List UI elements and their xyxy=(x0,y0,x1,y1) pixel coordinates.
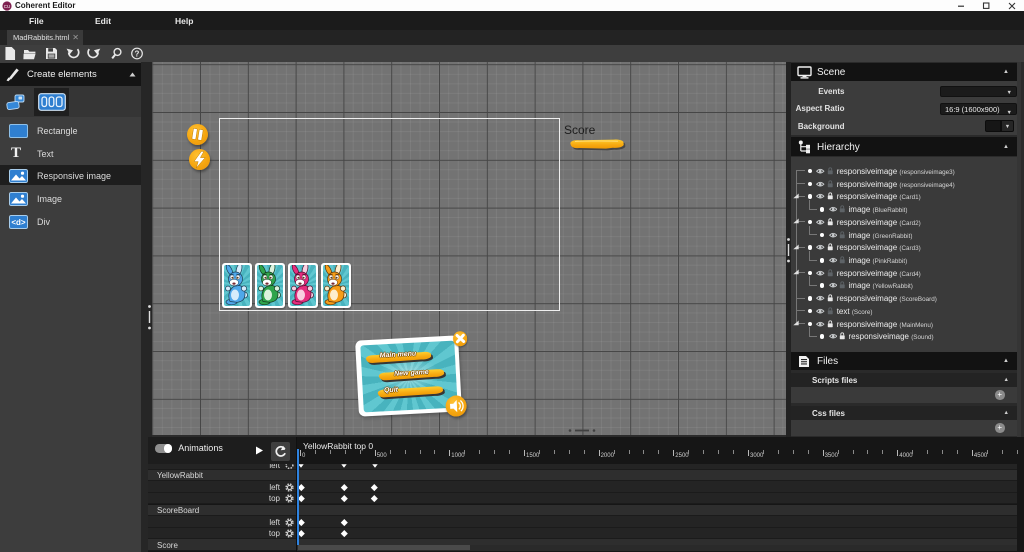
svg-text:CU: CU xyxy=(4,4,11,9)
svg-text:?: ? xyxy=(135,50,140,59)
svg-text:<d>: <d> xyxy=(11,218,26,227)
